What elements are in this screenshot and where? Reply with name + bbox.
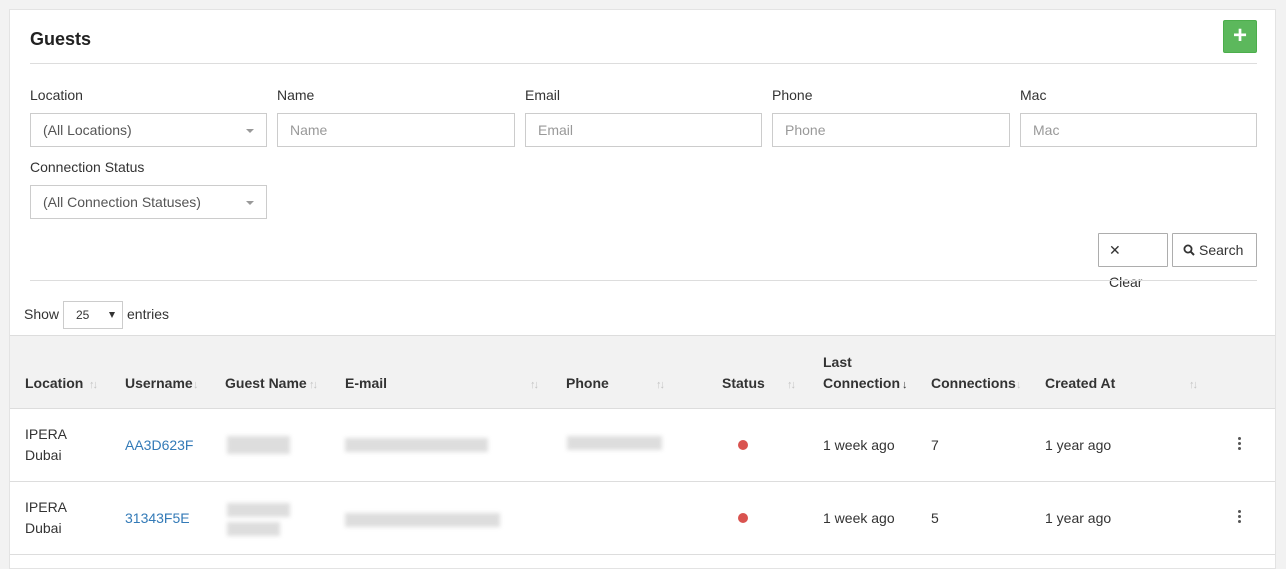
sort-icon[interactable]: ↓ — [193, 379, 198, 391]
cell-connections: 7 — [931, 437, 939, 453]
search-button-label: Search — [1199, 242, 1244, 258]
sort-icon[interactable]: ↑↓ — [309, 379, 318, 391]
col-created-at[interactable]: Created At — [1045, 373, 1115, 394]
clear-button-label: Clear — [1109, 274, 1143, 290]
redacted-guest-name — [227, 522, 280, 536]
cell-last-connection: 1 week ago — [823, 510, 895, 526]
phone-filter-label: Phone — [772, 87, 813, 103]
location-select-value: (All Locations) — [43, 122, 132, 138]
col-last-connection[interactable]: Last Connection — [823, 352, 900, 394]
col-username[interactable]: Username — [125, 373, 193, 394]
col-last-connection-line2: Connection — [823, 375, 900, 391]
add-guest-button[interactable]: + — [1223, 20, 1257, 53]
redacted-guest-name — [227, 436, 290, 454]
location-filter-label: Location — [30, 87, 83, 103]
cell-last-connection: 1 week ago — [823, 437, 895, 453]
status-dot-icon — [738, 440, 748, 450]
table-row[interactable]: IPERA Dubai AA3D623F 1 week ago 7 1 year… — [10, 409, 1275, 482]
plus-icon: + — [1232, 22, 1247, 49]
connection-status-label: Connection Status — [30, 159, 145, 175]
close-icon: ✕ — [1109, 242, 1121, 258]
email-input[interactable] — [525, 113, 762, 147]
username-link[interactable]: AA3D623F — [125, 435, 193, 456]
connection-status-select[interactable]: (All Connection Statuses) — [30, 185, 267, 219]
panel-header: Guests + — [30, 10, 1257, 64]
cell-location: IPERA Dubai — [25, 497, 67, 539]
table-header: Location ↑↓ Username ↓ Guest Name ↑↓ E-m… — [10, 335, 1275, 409]
sort-icon[interactable]: ↑↓ — [787, 379, 796, 391]
location-line1: IPERA — [25, 499, 68, 515]
location-line1: IPERA — [25, 426, 68, 442]
search-button[interactable]: Search — [1172, 233, 1257, 267]
phone-input[interactable] — [772, 113, 1010, 147]
show-label: Show — [24, 306, 60, 322]
sort-icon[interactable]: ↑↓ — [1189, 379, 1198, 391]
page-title: Guests — [30, 29, 92, 49]
entries-label: entries — [127, 306, 170, 322]
clear-button[interactable]: ✕ Clear — [1098, 233, 1168, 290]
col-last-connection-line1: Last — [823, 354, 852, 370]
redacted-guest-name — [227, 503, 290, 517]
email-filter-label: Email — [525, 87, 561, 103]
name-input[interactable] — [277, 113, 515, 147]
page-length-select[interactable]: 25 — [63, 301, 123, 329]
cell-location: IPERA Dubai — [25, 424, 67, 466]
col-guest-name[interactable]: Guest Name — [225, 373, 307, 394]
location-line2: Dubai — [25, 520, 62, 536]
col-email[interactable]: E-mail — [345, 373, 387, 394]
guests-panel: Guests + Location (All Locations) Name E… — [9, 9, 1276, 569]
col-status[interactable]: Status — [722, 373, 765, 394]
col-connections[interactable]: Connections — [931, 373, 1016, 394]
connection-status-value: (All Connection Statuses) — [43, 194, 201, 210]
username-link[interactable]: 31343F5E — [125, 508, 190, 529]
divider — [30, 280, 1257, 281]
more-actions-icon[interactable] — [1238, 437, 1242, 452]
more-actions-icon[interactable] — [1238, 510, 1242, 525]
cell-created-at: 1 year ago — [1045, 437, 1112, 453]
page-length-value: 25 — [76, 308, 90, 322]
mac-input[interactable] — [1020, 113, 1257, 147]
redacted-email — [345, 513, 500, 527]
col-phone[interactable]: Phone — [566, 373, 609, 394]
redacted-phone — [567, 436, 662, 450]
sort-icon[interactable]: ↑↓ — [530, 379, 539, 391]
col-location[interactable]: Location — [25, 373, 83, 394]
caret-down-icon — [246, 201, 254, 205]
caret-down-icon — [109, 312, 115, 318]
cell-connections: 5 — [931, 510, 939, 526]
mac-filter-label: Mac — [1020, 87, 1047, 103]
sort-icon[interactable]: ↑↓ — [89, 379, 98, 391]
name-filter-label: Name — [277, 87, 315, 103]
status-dot-icon — [738, 513, 748, 523]
sort-desc-icon[interactable]: ↓ — [902, 379, 907, 391]
sort-icon[interactable]: ↑↓ — [656, 379, 665, 391]
caret-down-icon — [246, 129, 254, 133]
location-select[interactable]: (All Locations) — [30, 113, 267, 147]
sort-icon[interactable]: ↓ — [1016, 379, 1021, 391]
search-icon — [1183, 234, 1195, 266]
redacted-email — [345, 438, 488, 452]
cell-created-at: 1 year ago — [1045, 510, 1112, 526]
table-row[interactable]: IPERA Dubai 31343F5E 1 week ago 5 1 year… — [10, 482, 1275, 555]
location-line2: Dubai — [25, 447, 62, 463]
